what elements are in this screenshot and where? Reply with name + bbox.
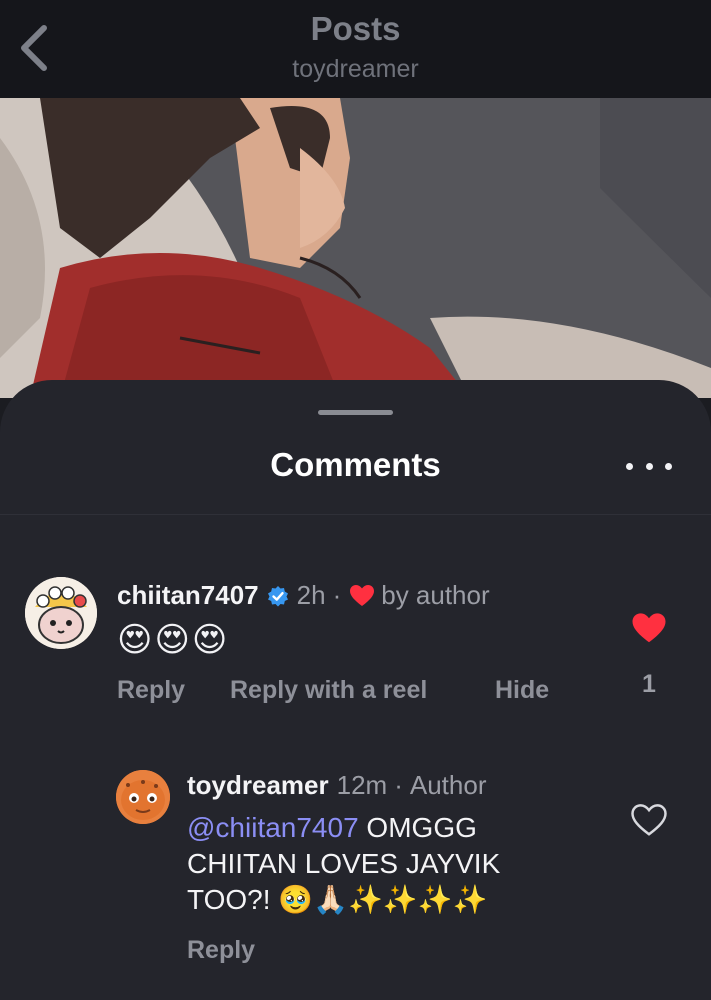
comment-username[interactable]: chiitan7407 [117, 580, 259, 611]
like-count: 1 [642, 670, 656, 698]
drag-handle[interactable] [318, 410, 393, 415]
reply-button[interactable]: Reply [117, 676, 185, 705]
more-options-icon[interactable] [626, 454, 672, 478]
liked-by-author-label: by author [381, 580, 490, 610]
reply-text: @chiitan7407 OMGGG CHIITAN LOVES JAYVIK … [187, 810, 587, 918]
reply-with-reel-button[interactable]: Reply with a reel [230, 676, 427, 705]
avatar[interactable] [25, 577, 97, 649]
author-label: Author [409, 770, 487, 800]
comments-title: Comments [270, 446, 441, 483]
reply-time: 12m [336, 770, 388, 800]
hide-button[interactable]: Hide [495, 676, 549, 705]
comment-text: 😍😍😍 [117, 621, 230, 659]
comment-time: 2h [296, 580, 326, 610]
post-image[interactable] [0, 98, 711, 398]
reply-username[interactable]: toydreamer [187, 770, 329, 801]
author-liked-heart-icon [349, 584, 375, 608]
reply-button[interactable]: Reply [187, 936, 255, 965]
divider [0, 514, 711, 515]
page-title: Posts [310, 10, 401, 47]
top-nav-bar: Posts toydreamer [0, 0, 711, 98]
mention-link[interactable]: @chiitan7407 [187, 812, 359, 843]
verified-badge-icon [267, 585, 289, 607]
separator-dot: · [394, 770, 403, 800]
comment-header: chiitan7407 2h · by author [117, 580, 490, 611]
like-heart-outline-icon[interactable] [631, 804, 667, 837]
page-subtitle: toydreamer [292, 55, 419, 83]
separator-dot: · [332, 580, 342, 610]
avatar[interactable] [116, 770, 170, 824]
like-heart-icon[interactable] [631, 612, 667, 645]
reply-header: toydreamer 12m · Author [187, 770, 486, 801]
